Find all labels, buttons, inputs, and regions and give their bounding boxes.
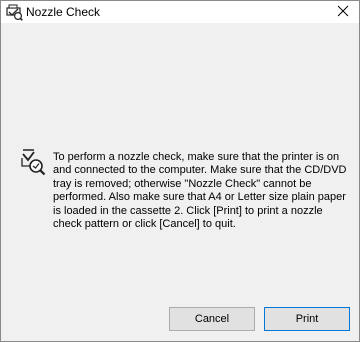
close-icon[interactable]	[335, 3, 351, 19]
print-button[interactable]: Print	[264, 307, 350, 331]
cancel-button[interactable]: Cancel	[169, 307, 255, 331]
printer-nozzle-icon	[5, 3, 23, 21]
nozzle-check-icon	[20, 146, 46, 176]
instructions-text: To perform a nozzle check, make sure tha…	[53, 151, 347, 231]
title-bar[interactable]: Nozzle Check	[1, 1, 359, 23]
nozzle-check-dialog: Nozzle Check To perform a nozzle check, …	[0, 0, 360, 342]
window-title: Nozzle Check	[26, 5, 101, 19]
